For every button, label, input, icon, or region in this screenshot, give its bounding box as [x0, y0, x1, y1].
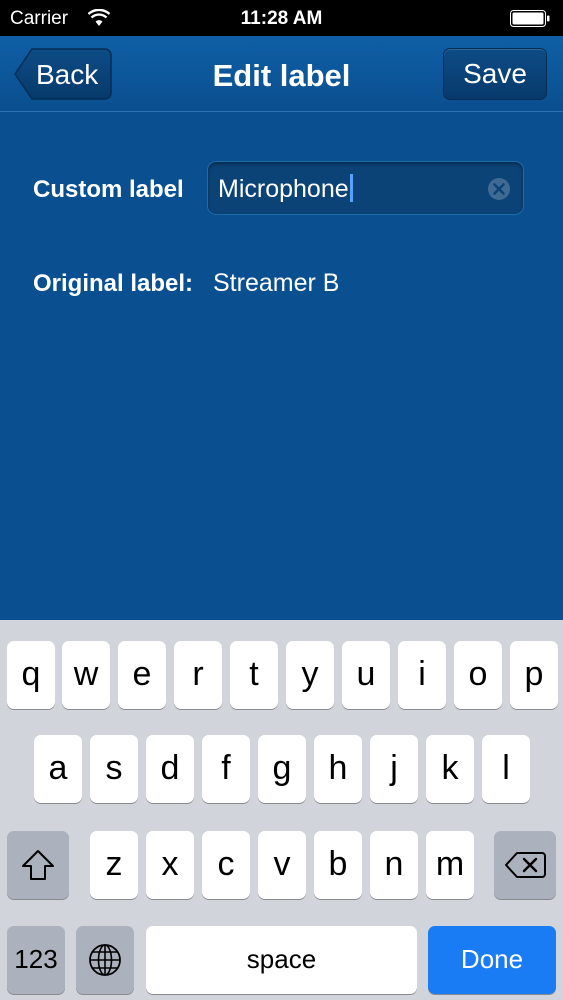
custom-label-input-text: Microphone: [218, 175, 349, 203]
status-bar: Carrier 11:28 AM: [0, 0, 563, 36]
key-l[interactable]: l: [482, 735, 530, 803]
key-w[interactable]: w: [62, 641, 110, 709]
custom-label-caption: Custom label: [33, 176, 184, 203]
key-j[interactable]: j: [370, 735, 418, 803]
key-u[interactable]: u: [342, 641, 390, 709]
key-h[interactable]: h: [314, 735, 362, 803]
space-key[interactable]: space: [146, 926, 417, 994]
key-b[interactable]: b: [314, 831, 362, 899]
key-r[interactable]: r: [174, 641, 222, 709]
delete-icon: [505, 852, 546, 878]
globe-key[interactable]: [76, 926, 134, 994]
key-c[interactable]: c: [202, 831, 250, 899]
key-v[interactable]: v: [258, 831, 306, 899]
clear-icon[interactable]: [487, 177, 511, 201]
key-q[interactable]: q: [7, 641, 55, 709]
key-n[interactable]: n: [370, 831, 418, 899]
done-key[interactable]: Done: [428, 926, 556, 994]
shift-icon: [22, 850, 54, 880]
battery-icon: [510, 10, 550, 27]
shift-key[interactable]: [7, 831, 69, 899]
navigation-bar: Back Edit label Save: [0, 36, 563, 112]
key-z[interactable]: z: [90, 831, 138, 899]
custom-label-input[interactable]: Microphone: [207, 161, 524, 215]
numbers-key[interactable]: 123: [7, 926, 65, 994]
keyboard: q w e r t y u i o p a s d f g h j k l z …: [0, 620, 563, 1000]
save-button[interactable]: Save: [443, 48, 547, 100]
original-label-value: Streamer B: [213, 269, 340, 297]
original-label-caption: Original label:: [33, 270, 194, 297]
key-k[interactable]: k: [426, 735, 474, 803]
key-o[interactable]: o: [454, 641, 502, 709]
key-e[interactable]: e: [118, 641, 166, 709]
key-y[interactable]: y: [286, 641, 334, 709]
key-g[interactable]: g: [258, 735, 306, 803]
key-i[interactable]: i: [398, 641, 446, 709]
key-p[interactable]: p: [510, 641, 558, 709]
key-s[interactable]: s: [90, 735, 138, 803]
key-m[interactable]: m: [426, 831, 474, 899]
globe-icon: [89, 944, 121, 976]
status-time: 11:28 AM: [240, 8, 323, 29]
key-a[interactable]: a: [34, 735, 82, 803]
key-t[interactable]: t: [230, 641, 278, 709]
key-x[interactable]: x: [146, 831, 194, 899]
text-cursor: [349, 174, 353, 202]
key-d[interactable]: d: [146, 735, 194, 803]
delete-key[interactable]: [494, 831, 556, 899]
custom-label-input-value[interactable]: Microphone: [218, 174, 353, 204]
key-f[interactable]: f: [202, 735, 250, 803]
